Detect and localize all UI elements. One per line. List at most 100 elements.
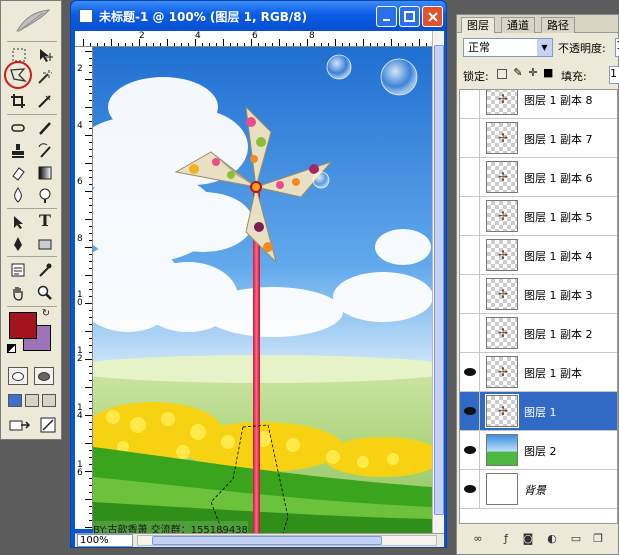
zoom-field[interactable]: 100% [77, 534, 133, 547]
vertical-scroll-thumb[interactable] [434, 45, 444, 515]
screen-mode-standard-icon[interactable] [8, 394, 22, 407]
healing-brush-tool-icon[interactable] [7, 118, 29, 138]
screen-mode-full-menu-icon[interactable] [25, 394, 39, 407]
layer-row[interactable]: ✢ 图层 1 副本 2 [460, 314, 617, 353]
tab-layers[interactable]: 图层 [461, 17, 495, 33]
layer-thumbnail: ✢ [486, 200, 518, 232]
lock-transparency-icon[interactable] [497, 69, 507, 79]
ruler-tick [89, 289, 92, 290]
layer-mask-icon[interactable]: ◙ [521, 533, 535, 545]
lock-all-icon[interactable]: ■ [543, 67, 553, 79]
pen-tool-icon[interactable] [7, 234, 29, 254]
document-titlebar[interactable]: 未标题-1 @ 100% (图层 1, RGB/8) [71, 1, 446, 31]
gradient-tool-icon[interactable] [34, 163, 56, 183]
blend-mode-select[interactable]: 正常 ▼ [463, 38, 553, 57]
lock-pixels-icon[interactable]: ✎ [513, 67, 523, 79]
layer-row[interactable]: 图层 2 [460, 431, 617, 470]
clone-stamp-tool-icon[interactable] [7, 141, 29, 161]
type-tool-icon[interactable]: T [34, 210, 56, 230]
fill-input[interactable]: 1 [609, 66, 619, 84]
layer-row[interactable]: ✢ 图层 1 副本 8 [460, 90, 617, 119]
history-brush-tool-icon[interactable] [34, 141, 56, 161]
blur-tool-icon[interactable] [7, 185, 29, 205]
adjustment-layer-icon[interactable]: ◐ [545, 533, 559, 545]
ruler-tick [85, 219, 92, 220]
horizontal-scroll-thumb[interactable] [152, 536, 382, 545]
slice-tool-icon[interactable] [34, 91, 56, 111]
layer-row[interactable]: 背景 [460, 470, 617, 509]
ruler-tick [89, 177, 92, 178]
fill-label: 填充: [561, 70, 587, 83]
eraser-tool-icon[interactable] [7, 163, 29, 183]
magic-wand-tool-icon[interactable] [34, 67, 56, 87]
tab-channels[interactable]: 通道 [501, 17, 535, 33]
eye-icon[interactable] [460, 314, 480, 352]
ruler-tick [89, 345, 92, 346]
jump-to-imageready-icon[interactable] [8, 415, 32, 435]
imageready-icon[interactable] [37, 415, 59, 435]
notes-tool-icon[interactable] [7, 260, 29, 280]
minimize-button[interactable] [376, 6, 397, 27]
ruler-tick [300, 43, 301, 46]
ruler-tick [377, 43, 378, 46]
close-button[interactable] [422, 6, 443, 27]
link-layers-icon[interactable]: ∞ [471, 533, 485, 545]
eye-icon[interactable] [460, 90, 480, 118]
ruler-label: 6 [252, 31, 258, 41]
ruler-tick [83, 39, 84, 46]
hand-tool-icon[interactable] [7, 283, 29, 303]
eye-icon[interactable] [460, 353, 480, 391]
default-colors-icon[interactable] [7, 344, 16, 353]
layer-thumbnail [486, 434, 518, 466]
standard-mode-button[interactable] [8, 367, 28, 385]
horizontal-scrollbar[interactable] [137, 535, 437, 546]
eye-icon[interactable] [460, 158, 480, 196]
crop-tool-icon[interactable] [7, 91, 29, 111]
path-selection-tool-icon[interactable] [7, 212, 29, 232]
ruler-tick [398, 43, 399, 46]
eye-icon[interactable] [460, 470, 480, 508]
ruler-tick [85, 247, 92, 248]
eye-icon[interactable] [460, 392, 480, 430]
eye-icon[interactable] [460, 236, 480, 274]
layer-footer: ∞ ƒ ◙ ◐ ▭ ❐ [459, 527, 618, 551]
new-group-icon[interactable]: ▭ [569, 533, 583, 545]
eye-icon[interactable] [460, 119, 480, 157]
dodge-tool-icon[interactable] [34, 185, 56, 205]
maximize-button[interactable] [399, 6, 420, 27]
brush-tool-icon[interactable] [34, 118, 56, 138]
foreground-color-swatch[interactable] [9, 312, 37, 339]
zoom-tool-icon[interactable] [34, 283, 56, 303]
layer-row[interactable]: ✢ 图层 1 副本 3 [460, 275, 617, 314]
lock-position-icon[interactable]: ✛ [528, 67, 538, 79]
shape-tool-icon[interactable] [34, 234, 56, 254]
eye-icon[interactable] [460, 275, 480, 313]
layer-row[interactable]: ✢ 图层 1 副本 [460, 353, 617, 392]
layer-row[interactable]: ✢ 图层 1 [460, 392, 617, 431]
layer-row[interactable]: ✢ 图层 1 副本 7 [460, 119, 617, 158]
quick-mask-mode-button[interactable] [34, 367, 54, 385]
eye-icon[interactable] [460, 431, 480, 469]
eye-icon[interactable] [460, 197, 480, 235]
document-canvas[interactable]: BY:古歆香萧 交流群：155189438 [93, 47, 432, 533]
ruler-tick [89, 156, 92, 157]
layer-row[interactable]: ✢ 图层 1 副本 6 [460, 158, 617, 197]
vertical-scrollbar[interactable] [432, 31, 444, 533]
move-tool-icon[interactable] [34, 45, 56, 65]
tab-paths[interactable]: 路径 [541, 17, 575, 33]
swap-colors-icon[interactable]: ↻ [39, 307, 53, 319]
layer-thumbnail: ✢ [486, 122, 518, 154]
ruler-label: 6 [77, 177, 83, 187]
canvas-artwork [93, 47, 432, 533]
eyedropper-tool-icon[interactable] [34, 260, 56, 280]
pinwheel-thumbnail-icon: ✢ [497, 326, 509, 340]
ruler-tick [370, 43, 371, 46]
layer-row[interactable]: ✢ 图层 1 副本 5 [460, 197, 617, 236]
polygonal-lasso-tool-icon[interactable] [7, 65, 29, 85]
layer-style-icon[interactable]: ƒ [499, 533, 513, 545]
screen-mode-full-icon[interactable] [42, 394, 56, 407]
ruler-tick [89, 128, 92, 129]
opacity-input[interactable]: 1 [615, 38, 619, 57]
layer-row[interactable]: ✢ 图层 1 副本 4 [460, 236, 617, 275]
new-layer-icon[interactable]: ❐ [591, 533, 605, 545]
